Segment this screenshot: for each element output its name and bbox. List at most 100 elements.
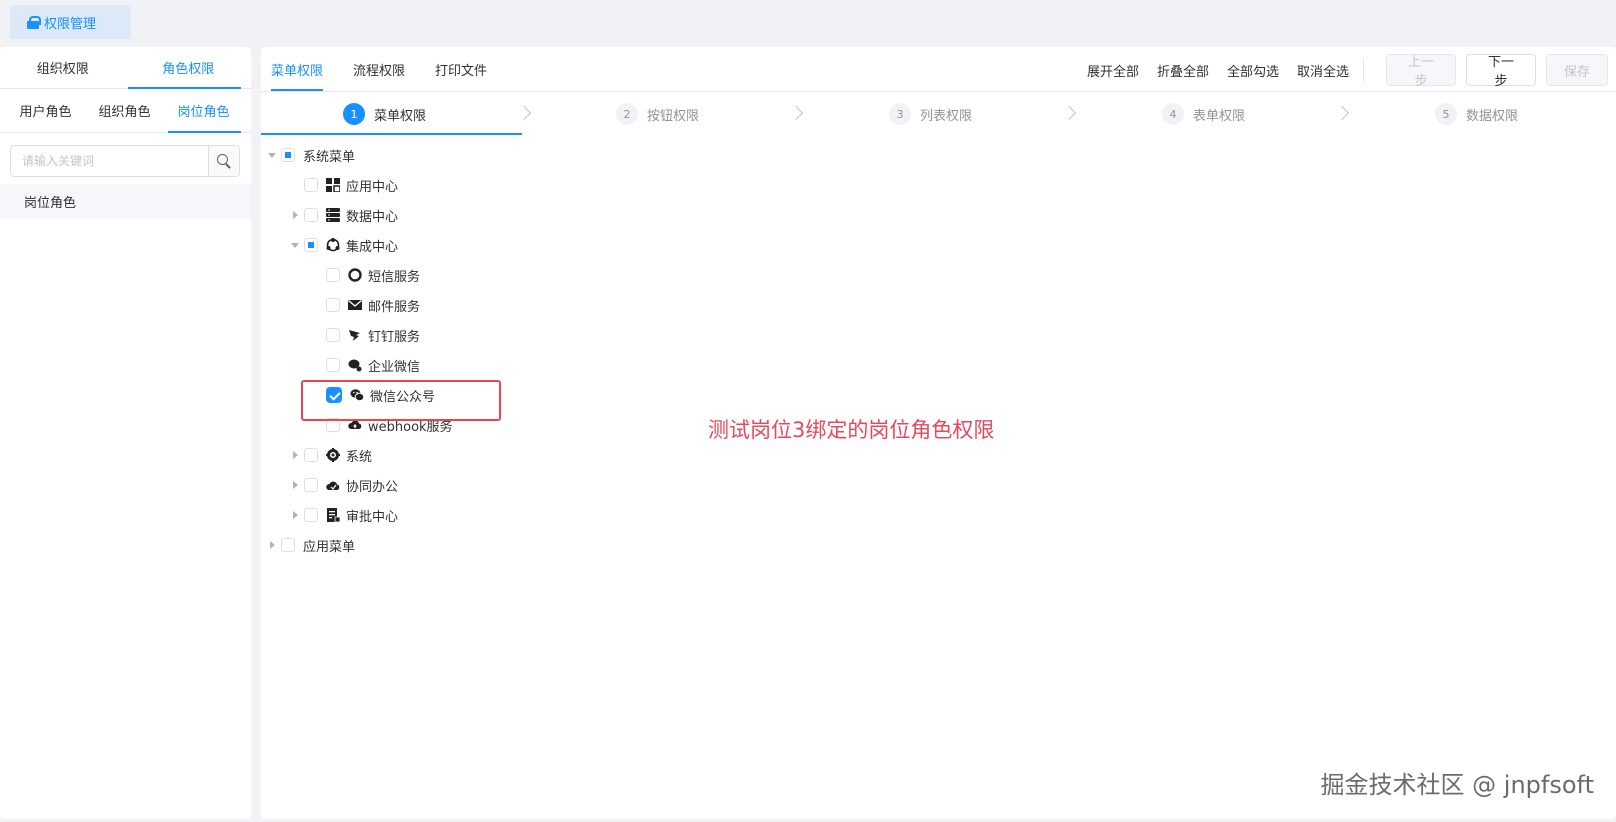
highlight-box: [301, 380, 501, 421]
tree-node-approval-center[interactable]: 审批中心: [291, 500, 398, 530]
tree-checkbox[interactable]: [304, 448, 318, 462]
tree-checkbox[interactable]: [326, 328, 340, 342]
tree-node-system[interactable]: 系统: [291, 440, 372, 470]
tree-node-app-menu[interactable]: 应用菜单: [268, 530, 355, 560]
caret-right-icon[interactable]: [291, 200, 299, 230]
tree-checkbox[interactable]: [304, 178, 318, 192]
tree-node-label: 集成中心: [346, 239, 399, 255]
tab-role-permission[interactable]: 角色权限: [126, 47, 252, 89]
role-list-item[interactable]: 岗位角色: [0, 184, 251, 219]
tree-node-collab-office[interactable]: 协同办公: [291, 470, 398, 500]
caret-right-icon[interactable]: [291, 440, 299, 470]
tab-position-role[interactable]: 岗位角色: [164, 89, 243, 133]
caret-down-icon[interactable]: [291, 230, 299, 260]
tree-node-label: 钉钉服务: [368, 329, 421, 345]
tree-node-label: 系统菜单: [303, 149, 356, 165]
role-type-tabs: 用户角色 组织角色 岗位角色: [0, 89, 251, 133]
tab-org-role[interactable]: 组织角色: [85, 89, 164, 132]
search-icon: [217, 154, 231, 168]
tree-checkbox[interactable]: [326, 298, 340, 312]
tree-node-sms-service[interactable]: 短信服务: [313, 260, 420, 290]
tree-node-app-center[interactable]: 应用中心: [291, 170, 398, 200]
caret-empty: [313, 290, 321, 320]
step-label: 菜单权限: [374, 108, 427, 124]
check-all-button[interactable]: 全部勾选: [1227, 61, 1279, 80]
next-step-button[interactable]: 下一步: [1466, 54, 1536, 89]
tree-node-data-center[interactable]: 数据中心: [291, 200, 398, 230]
chevron-right-icon: [1334, 105, 1350, 121]
database-icon: [326, 208, 340, 222]
cloud-icon: [326, 478, 340, 492]
tree-checkbox[interactable]: [304, 478, 318, 492]
tree-node-integration-center[interactable]: 集成中心: [291, 230, 398, 260]
search-button[interactable]: [208, 146, 239, 176]
tree-checkbox[interactable]: [326, 268, 340, 282]
page-tab-label: 权限管理: [44, 16, 97, 32]
search-input[interactable]: [11, 146, 208, 176]
step-menu-permission[interactable]: 1 菜单权限: [343, 93, 426, 135]
tree-checkbox[interactable]: [304, 208, 318, 222]
app-grid-icon: [326, 178, 340, 192]
step-form-permission[interactable]: 4 表单权限: [1162, 93, 1245, 135]
tab-print-file[interactable]: 打印文件: [425, 47, 497, 91]
collapse-all-button[interactable]: 折叠全部: [1157, 61, 1209, 80]
tab-menu-permission[interactable]: 菜单权限: [261, 47, 333, 91]
permission-tabs: 菜单权限 流程权限 打印文件: [261, 47, 507, 91]
toolbar-divider: [1363, 58, 1364, 82]
page-tab-permission[interactable]: 权限管理: [10, 5, 131, 39]
steps-bar: 1 菜单权限 2 按钮权限 3 列表权限 4 表单权限 5 数据权限: [261, 93, 1616, 135]
tab-org-permission[interactable]: 组织权限: [0, 47, 126, 88]
prev-step-button[interactable]: 上一步: [1386, 54, 1456, 89]
tree-checkbox[interactable]: [304, 508, 318, 522]
chevron-right-icon: [516, 105, 532, 121]
annotation-text: 测试岗位3绑定的岗位角色权限: [708, 418, 995, 442]
caret-empty: [313, 320, 321, 350]
caret-right-icon[interactable]: [291, 500, 299, 530]
caret-right-icon[interactable]: [268, 530, 276, 560]
tree-node-label: 数据中心: [346, 209, 399, 225]
step-label: 列表权限: [920, 108, 973, 124]
tree-node-label: 系统: [346, 449, 373, 465]
tab-flow-permission[interactable]: 流程权限: [343, 47, 415, 91]
message-icon: [348, 268, 362, 282]
tree-node-label: 短信服务: [368, 269, 421, 285]
caret-empty: [313, 260, 321, 290]
left-tabs: 组织权限 角色权限: [0, 47, 251, 89]
mail-icon: [348, 298, 362, 312]
tree-checkbox[interactable]: [281, 538, 295, 552]
tree-node-label: 审批中心: [346, 509, 399, 525]
step-button-permission[interactable]: 2 按钮权限: [616, 93, 699, 135]
step-list-permission[interactable]: 3 列表权限: [889, 93, 972, 135]
tree-node-mail-service[interactable]: 邮件服务: [313, 290, 420, 320]
chevron-right-icon: [1061, 105, 1077, 121]
tree-node-label: 应用菜单: [303, 539, 356, 555]
caret-right-icon[interactable]: [291, 470, 299, 500]
caret-down-icon[interactable]: [268, 140, 276, 170]
gear-icon: [326, 448, 340, 462]
search-box: [10, 145, 240, 177]
step-number: 5: [1435, 103, 1457, 125]
integration-icon: [326, 238, 340, 252]
tree-node-label: 企业微信: [368, 359, 421, 375]
expand-all-button[interactable]: 展开全部: [1087, 61, 1139, 80]
tree-node-dingtalk-service[interactable]: 钉钉服务: [313, 320, 420, 350]
tree-node-label: 应用中心: [346, 179, 399, 195]
active-step-indicator: [261, 133, 522, 135]
tree-node-label: 邮件服务: [368, 299, 421, 315]
lock-icon: [27, 15, 41, 29]
approval-icon: [326, 508, 340, 522]
tabs-divider: [261, 91, 1616, 92]
save-button[interactable]: 保存: [1546, 54, 1608, 86]
tab-user-role[interactable]: 用户角色: [6, 89, 85, 132]
tree-checkbox[interactable]: [326, 358, 340, 372]
tree-checkbox[interactable]: [304, 238, 318, 252]
step-data-permission[interactable]: 5 数据权限: [1435, 93, 1518, 135]
step-label: 数据权限: [1466, 108, 1519, 124]
toolbar: 展开全部 折叠全部 全部勾选 取消全选 上一步 下一步 保存: [1078, 54, 1608, 89]
caret-empty: [313, 350, 321, 380]
dingtalk-icon: [348, 328, 362, 342]
tree-node-wecom[interactable]: 企业微信: [313, 350, 420, 380]
tree-checkbox[interactable]: [281, 148, 295, 162]
tree-node-system-menu[interactable]: 系统菜单: [268, 140, 355, 170]
uncheck-all-button[interactable]: 取消全选: [1297, 61, 1349, 80]
